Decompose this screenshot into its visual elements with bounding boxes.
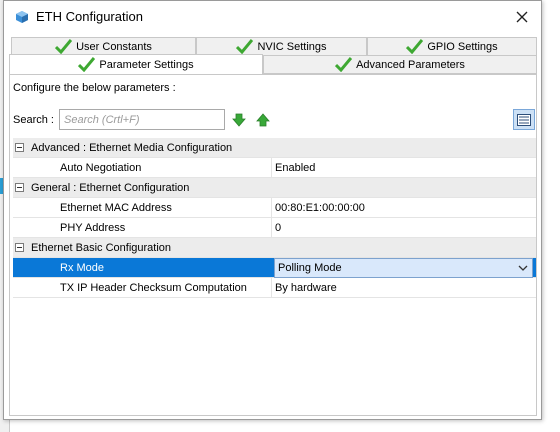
selected-value: Polling Mode — [278, 262, 342, 274]
column-divider — [271, 278, 272, 297]
parameter-grid: Advanced : Ethernet Media Configuration … — [13, 138, 536, 298]
parameter-settings-panel: Configure the below parameters : Search … — [9, 74, 537, 416]
collapse-icon[interactable] — [15, 243, 24, 252]
parameter-row[interactable]: TX IP Header Checksum Computation By har… — [13, 278, 536, 298]
checkmark-icon — [236, 39, 254, 54]
column-divider — [271, 218, 272, 237]
list-view-icon — [517, 113, 531, 126]
tab-parameter-settings[interactable]: Parameter Settings — [9, 54, 263, 75]
checkmark-icon — [335, 57, 353, 72]
parameter-row-selected[interactable]: Rx Mode Polling Mode — [13, 258, 536, 278]
tab-label: GPIO Settings — [427, 40, 498, 53]
checkmark-icon — [78, 57, 96, 72]
checkmark-icon — [55, 39, 73, 54]
group-title: Ethernet Basic Configuration — [31, 241, 172, 254]
tab-strip: User Constants NVIC Settings GPIO Settin… — [9, 35, 537, 75]
instructions-text: Configure the below parameters : — [13, 82, 176, 94]
parameter-name: Ethernet MAC Address — [60, 201, 172, 214]
parameter-row[interactable]: PHY Address 0 — [13, 218, 536, 238]
parameter-value[interactable]: Enabled — [275, 162, 315, 174]
parameter-name: PHY Address — [60, 221, 126, 234]
cube-icon — [16, 11, 28, 23]
parameter-value[interactable]: 00:80:E1:00:00:00 — [275, 202, 365, 214]
group-row[interactable]: General : Ethernet Configuration — [13, 178, 536, 198]
tab-gpio-settings[interactable]: GPIO Settings — [367, 37, 537, 56]
column-divider — [271, 158, 272, 177]
rx-mode-select[interactable]: Polling Mode — [274, 258, 533, 278]
eth-configuration-dialog: ETH Configuration User Constants NVIC Se… — [3, 0, 542, 420]
tab-advanced-parameters[interactable]: Advanced Parameters — [263, 55, 537, 74]
parameter-name: Rx Mode — [60, 261, 105, 274]
close-button[interactable] — [509, 5, 535, 29]
tab-label: User Constants — [76, 40, 152, 53]
checkmark-icon — [406, 39, 424, 54]
group-title: General : Ethernet Configuration — [31, 181, 190, 194]
parameter-value[interactable]: By hardware — [275, 282, 337, 294]
green-down-arrow-icon[interactable] — [232, 113, 246, 127]
parameter-row[interactable]: Ethernet MAC Address 00:80:E1:00:00:00 — [13, 198, 536, 218]
parameter-row[interactable]: Auto Negotiation Enabled — [13, 158, 536, 178]
collapse-icon[interactable] — [15, 183, 24, 192]
tab-label: NVIC Settings — [257, 40, 327, 53]
group-row[interactable]: Advanced : Ethernet Media Configuration — [13, 138, 536, 158]
list-view-button[interactable] — [513, 109, 535, 130]
parameter-name: Auto Negotiation — [60, 161, 142, 174]
green-up-arrow-icon[interactable] — [256, 113, 270, 127]
collapse-icon[interactable] — [15, 143, 24, 152]
title-bar[interactable]: ETH Configuration — [4, 1, 541, 34]
group-row[interactable]: Ethernet Basic Configuration — [13, 238, 536, 258]
tab-label: Advanced Parameters — [356, 58, 465, 71]
group-title: Advanced : Ethernet Media Configuration — [31, 141, 233, 154]
parameter-value[interactable]: 0 — [275, 222, 281, 234]
window-title: ETH Configuration — [36, 9, 143, 24]
close-icon — [516, 11, 528, 23]
chevron-down-icon — [518, 265, 528, 271]
search-label: Search : — [13, 114, 54, 126]
parameter-name: TX IP Header Checksum Computation — [60, 281, 247, 294]
column-divider — [271, 198, 272, 217]
search-input[interactable] — [59, 109, 225, 130]
tab-label: Parameter Settings — [99, 58, 194, 71]
